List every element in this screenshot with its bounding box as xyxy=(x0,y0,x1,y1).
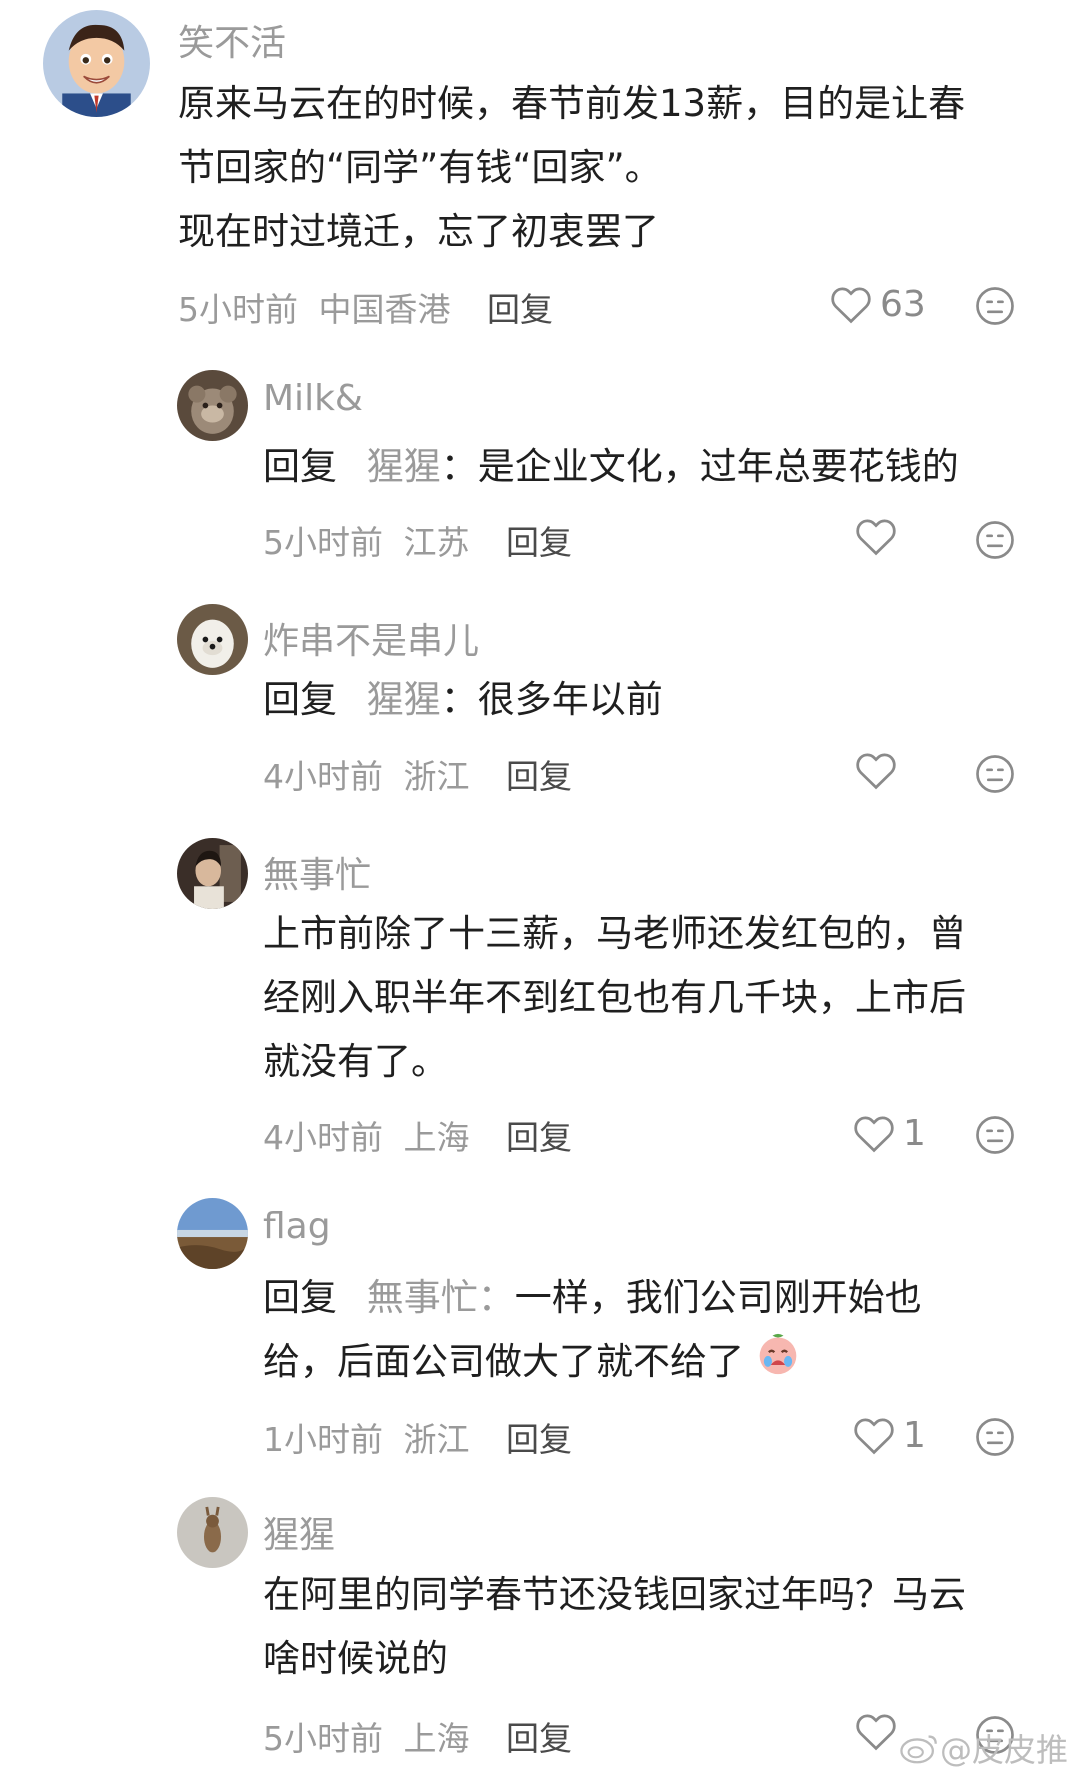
comment-meta: 4小时前 上海 回复 xyxy=(263,1111,572,1159)
location: 浙江 xyxy=(403,1420,470,1459)
comment-line: 给，后面公司做大了就不给了 xyxy=(263,1330,922,1396)
watermark-text: @皮皮推 xyxy=(939,1731,1068,1769)
dislike-button[interactable] xyxy=(975,286,1015,330)
heart-icon xyxy=(856,753,896,790)
reply-button[interactable]: 回复 xyxy=(487,290,553,329)
reply-button[interactable]: 回复 xyxy=(506,757,572,796)
location: 中国香港 xyxy=(318,290,451,329)
comment-text: 在阿里的同学春节还没钱回家过年吗？马云 啥时候说的 xyxy=(263,1563,966,1691)
username[interactable]: 炸串不是串儿 xyxy=(263,612,479,664)
meh-face-icon xyxy=(976,521,1014,559)
comment-line: 啥时候说的 xyxy=(263,1637,448,1680)
watermark: @皮皮推 xyxy=(900,1725,1068,1771)
dislike-button[interactable] xyxy=(975,1417,1015,1461)
comment-text: 回复 猩猩：很多年以前 xyxy=(263,668,663,732)
comment-line: 节回家的“同学”有钱“回家”。 xyxy=(178,146,662,189)
like-count: 1 xyxy=(903,1113,926,1154)
heart-icon xyxy=(831,287,871,323)
comment-line: 现在时过境迁，忘了初衷罢了 xyxy=(178,210,659,253)
avatar[interactable] xyxy=(177,1497,248,1568)
location: 上海 xyxy=(403,1118,470,1157)
like-button[interactable]: 1 xyxy=(853,1415,926,1456)
like-count: 1 xyxy=(903,1415,926,1456)
like-button[interactable]: 63 xyxy=(830,284,926,325)
reply-separator: ： xyxy=(440,678,478,721)
reply-text-continued: 给，后面公司做大了就不给了 xyxy=(263,1340,744,1383)
reply-button[interactable]: 回复 xyxy=(506,523,572,562)
reply-prefix: 回复 xyxy=(263,678,337,721)
location: 浙江 xyxy=(403,757,470,796)
reply-separator: ： xyxy=(440,445,478,488)
dislike-button[interactable] xyxy=(975,520,1015,564)
comment-meta: 1小时前 浙江 回复 xyxy=(263,1413,572,1461)
comment-line: 回复 無事忙：一样，我们公司刚开始也 xyxy=(263,1266,922,1330)
like-count: 63 xyxy=(880,284,926,325)
comment-text: 回复 猩猩：是企业文化，过年总要花钱的 xyxy=(263,435,959,499)
comment-meta: 5小时前 江苏 回复 xyxy=(263,516,572,564)
reply-target-username[interactable]: 猩猩 xyxy=(367,445,441,488)
reply-target-username[interactable]: 無事忙 xyxy=(367,1276,478,1319)
heart-icon xyxy=(854,1116,894,1152)
comment-line: 就没有了。 xyxy=(263,1040,448,1083)
reply-text: 很多年以前 xyxy=(477,678,663,721)
comment-line: 上市前除了十三薪，马老师还发红包的，曾 xyxy=(263,912,966,955)
comment-meta: 5小时前 中国香港 回复 xyxy=(178,283,553,331)
comment-text: 上市前除了十三薪，马老师还发红包的，曾 经刚入职半年不到红包也有几千块，上市后 … xyxy=(263,902,966,1094)
username[interactable]: flag xyxy=(263,1206,331,1247)
avatar[interactable] xyxy=(177,1198,248,1269)
comment-line: 原来马云在的时候，春节前发13薪，目的是让春 xyxy=(178,82,966,125)
timestamp: 5小时前 xyxy=(263,523,383,562)
comment-meta: 4小时前 浙江 回复 xyxy=(263,750,572,798)
location: 上海 xyxy=(403,1719,470,1758)
meh-face-icon xyxy=(976,1116,1014,1154)
reply-button[interactable]: 回复 xyxy=(506,1719,572,1758)
heart-icon xyxy=(854,1418,894,1454)
comment-text: 回复 無事忙：一样，我们公司刚开始也 给，后面公司做大了就不给了 xyxy=(263,1266,922,1396)
username[interactable]: 猩猩 xyxy=(263,1506,335,1558)
comment-line: 在阿里的同学春节还没钱回家过年吗？马云 xyxy=(263,1573,966,1616)
reply-separator: ： xyxy=(477,1276,515,1319)
timestamp: 4小时前 xyxy=(263,757,383,796)
comment-line: 经刚入职半年不到红包也有几千块，上市后 xyxy=(263,976,966,1019)
avatar[interactable] xyxy=(177,370,248,441)
timestamp: 5小时前 xyxy=(263,1719,383,1758)
location: 江苏 xyxy=(403,523,470,562)
username[interactable]: Milk& xyxy=(263,378,363,419)
meh-face-icon xyxy=(976,1418,1014,1456)
dislike-button[interactable] xyxy=(975,1115,1015,1159)
avatar[interactable] xyxy=(177,838,248,909)
like-button[interactable] xyxy=(855,752,905,790)
reply-button[interactable]: 回复 xyxy=(506,1118,572,1157)
comment-text: 原来马云在的时候，春节前发13薪，目的是让春 节回家的“同学”有钱“回家”。 现… xyxy=(178,72,965,264)
weibo-logo-icon xyxy=(900,1735,937,1764)
avatar[interactable] xyxy=(43,10,150,117)
like-button[interactable]: 1 xyxy=(853,1113,926,1154)
comment-meta: 5小时前 上海 回复 xyxy=(263,1712,572,1760)
dislike-button[interactable] xyxy=(975,754,1015,798)
reply-button[interactable]: 回复 xyxy=(506,1420,572,1459)
meh-face-icon xyxy=(976,287,1014,325)
reply-prefix: 回复 xyxy=(263,445,337,488)
timestamp: 5小时前 xyxy=(178,290,298,329)
reply-text: 是企业文化，过年总要花钱的 xyxy=(477,445,959,488)
timestamp: 1小时前 xyxy=(263,1420,383,1459)
like-button[interactable] xyxy=(855,1713,905,1751)
reply-target-username[interactable]: 猩猩 xyxy=(367,678,441,721)
heart-icon xyxy=(856,519,896,556)
username[interactable]: 無事忙 xyxy=(263,846,371,898)
avatar[interactable] xyxy=(177,604,248,675)
like-button[interactable] xyxy=(855,518,905,556)
reply-prefix: 回复 xyxy=(263,1276,337,1319)
heart-icon xyxy=(856,1714,896,1751)
reply-text: 一样，我们公司刚开始也 xyxy=(514,1276,922,1319)
crying-face-emoji-icon xyxy=(756,1332,800,1396)
username[interactable]: 笑不活 xyxy=(178,14,286,66)
meh-face-icon xyxy=(976,755,1014,793)
timestamp: 4小时前 xyxy=(263,1118,383,1157)
